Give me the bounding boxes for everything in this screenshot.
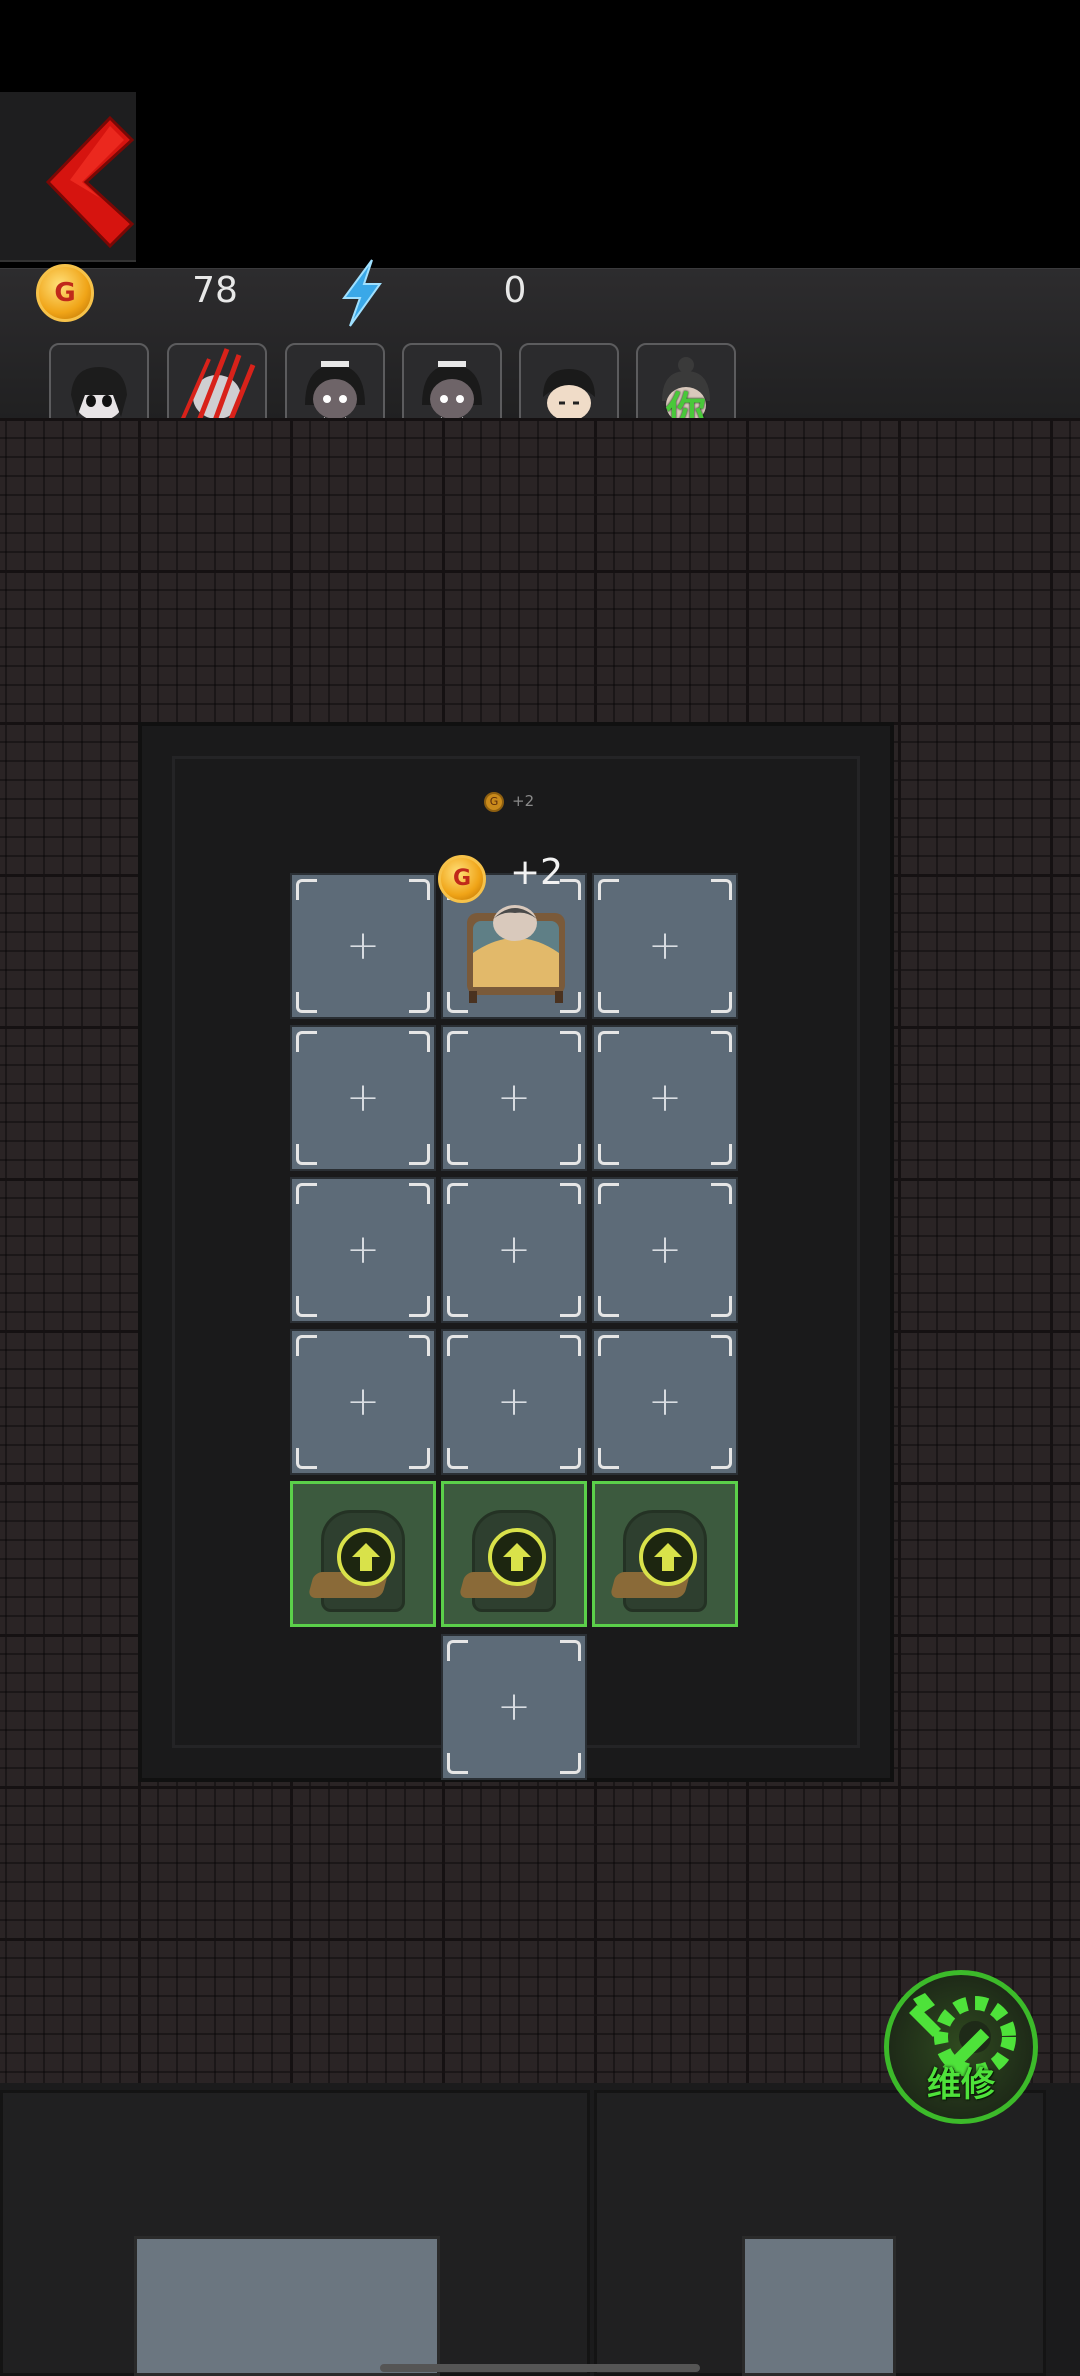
build-slot[interactable]: + [290,1329,436,1475]
add-slot-icon: + [346,1227,380,1273]
build-slot[interactable]: + [592,1025,738,1171]
chevron-left-icon [45,115,135,249]
upgrade-arrow-icon[interactable] [639,1528,697,1586]
add-slot-icon: + [648,1075,682,1121]
back-button[interactable] [40,112,136,252]
game-screen: G 78 0 你 G +2 + + + + + + + + + + + + 维修… [0,0,1080,2376]
door-upgrade-slot[interactable] [290,1481,436,1627]
door-upgrade-slot[interactable] [592,1481,738,1627]
income-coin-icon: G [438,855,486,903]
build-slot[interactable]: + [441,1025,587,1171]
repair-button[interactable]: 维修 [884,1970,1038,2124]
bed-icon [467,905,565,1003]
build-slot[interactable]: + [592,1329,738,1475]
add-slot-icon: + [497,1684,531,1730]
gold-amount: 78 [192,270,238,311]
add-slot-icon: + [648,1379,682,1425]
lower-right-window [742,2236,896,2376]
add-slot-icon: + [497,1379,531,1425]
build-slot[interactable]: + [290,1177,436,1323]
build-slot[interactable]: + [290,1025,436,1171]
add-slot-icon: + [648,1227,682,1273]
build-slot[interactable]: + [441,1329,587,1475]
add-slot-icon: + [497,1075,531,1121]
add-slot-icon: + [346,1075,380,1121]
build-slot[interactable]: + [592,1177,738,1323]
add-slot-icon: + [497,1227,531,1273]
gold-coin-icon: G [36,264,94,322]
floating-coin-icon: G [484,792,504,812]
home-indicator[interactable] [380,2364,700,2372]
door-upgrade-slot[interactable] [441,1481,587,1627]
add-slot-icon: + [346,1379,380,1425]
gold-coin-letter: G [54,278,76,308]
top-bar [0,0,1080,268]
energy-amount: 0 [503,270,527,311]
repair-label: 维修 [927,2065,995,2105]
build-slot[interactable]: + [592,873,738,1019]
lightning-icon [342,259,382,327]
build-slot[interactable]: + [441,1177,587,1323]
floating-income-text: +2 [512,792,535,810]
add-slot-icon: + [346,923,380,969]
build-slot-doorway[interactable]: + [441,1634,587,1780]
upgrade-arrow-icon[interactable] [488,1528,546,1586]
add-slot-icon: + [648,923,682,969]
upgrade-arrow-icon[interactable] [337,1528,395,1586]
income-text: +2 [510,852,564,893]
lower-left-window [134,2236,440,2376]
build-slot[interactable]: + [290,873,436,1019]
